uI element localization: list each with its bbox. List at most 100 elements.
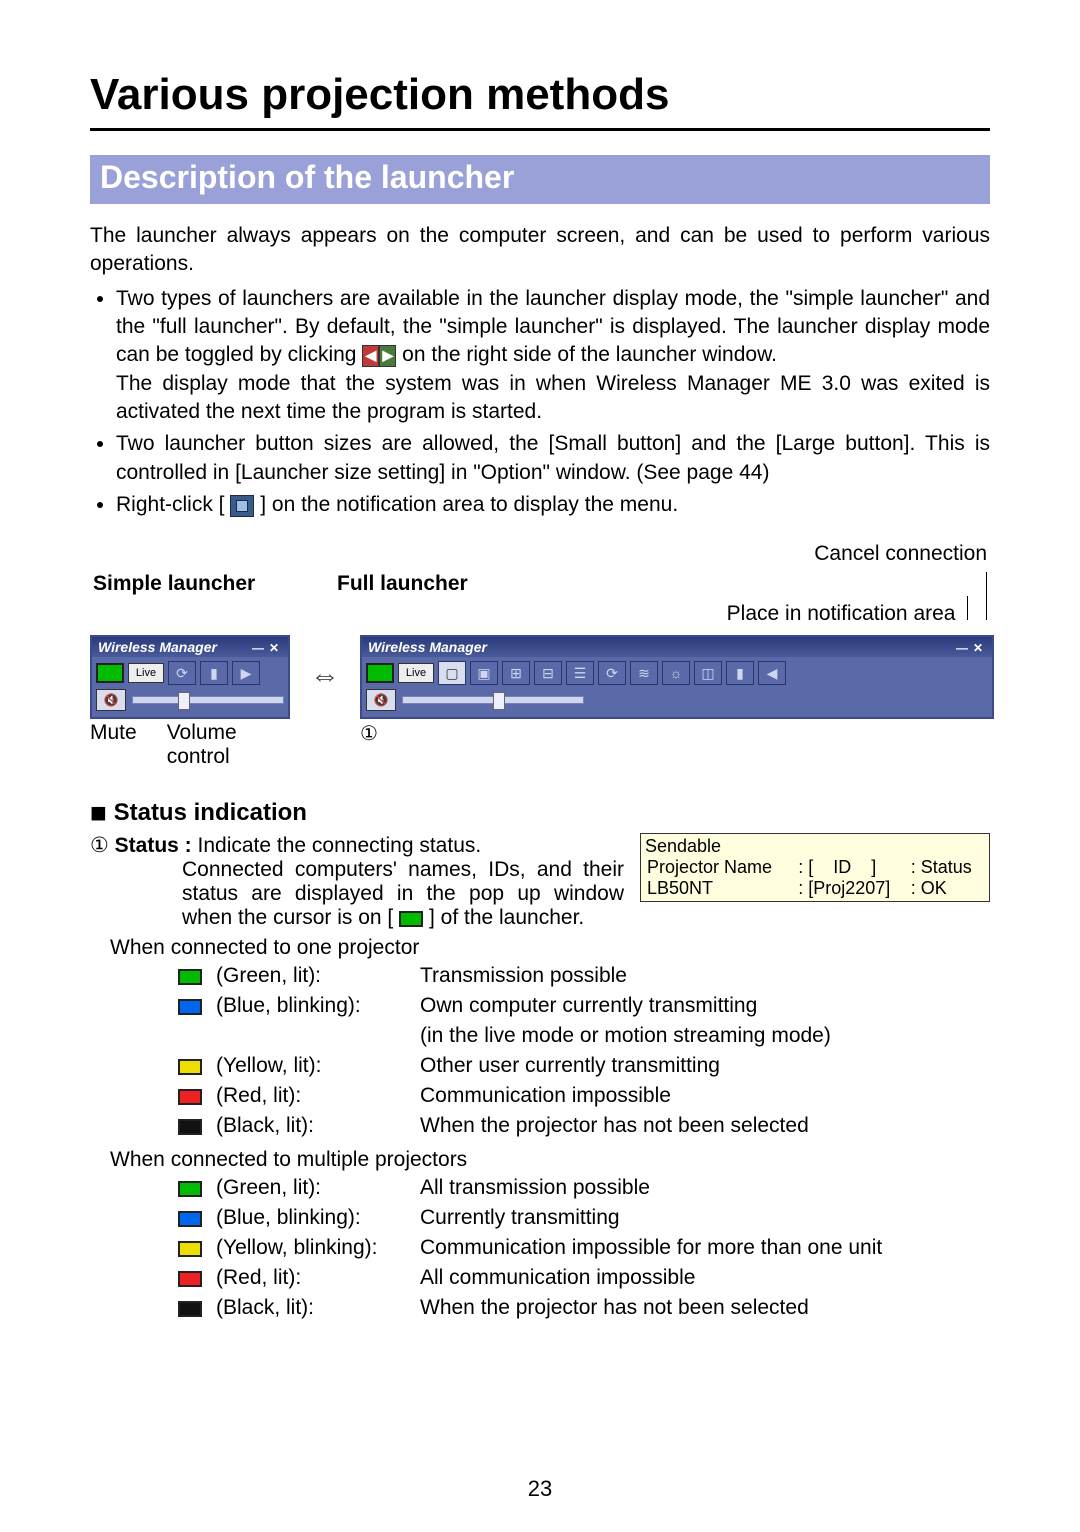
single-proj-heading: When connected to one projector <box>110 936 990 960</box>
window-controls: —✕ <box>250 639 282 655</box>
multi-proj-heading: When connected to multiple projectors <box>110 1148 990 1172</box>
label-simple-launcher: Simple launcher <box>93 572 255 595</box>
grid16-icon: ⊟ <box>534 661 562 685</box>
status-lamp-blue-icon <box>178 999 202 1015</box>
bullet-1: Two types of launchers are available in … <box>116 285 990 427</box>
status-lamp-yellow-icon <box>178 1241 202 1257</box>
help-icon: ☼ <box>662 661 690 685</box>
black-square-icon: ■ <box>90 797 107 828</box>
swap-arrow-icon: ⇔ <box>310 635 340 693</box>
tooltip-header: Sendable <box>645 836 985 857</box>
mute-icon-full: 🔇 <box>366 689 396 711</box>
color-desc: All transmission possible <box>414 1174 888 1202</box>
bullet-3a: Right-click [ <box>116 493 225 516</box>
color-desc: Communication impossible <box>414 1082 837 1110</box>
caption-mute: Mute <box>90 721 137 769</box>
tooltip-row-id: [Proj2207] <box>808 878 890 898</box>
single-row: (Black, lit):When the projector has not … <box>172 1112 837 1140</box>
multi-row: (Yellow, blinking):Communication impossi… <box>172 1234 888 1262</box>
color-desc: Currently transmitting <box>414 1204 888 1232</box>
color-desc: When the projector has not been selected <box>414 1294 888 1322</box>
screen-icon: ▢ <box>438 661 466 685</box>
status-lamp-green-icon <box>178 969 202 985</box>
color-label: (Blue, blinking): <box>210 1204 412 1232</box>
collapse-icon: ◀ <box>758 661 786 685</box>
color-label: (Green, lit): <box>210 1174 412 1202</box>
mute-icon: 🔇 <box>96 689 126 711</box>
status-text3: ] of the launcher. <box>429 906 584 929</box>
ref-1-marker: ① <box>360 721 378 746</box>
shutter-icon: ◫ <box>694 661 722 685</box>
color-label: (Yellow, lit): <box>210 1052 412 1080</box>
color-desc: All communication impossible <box>414 1264 888 1292</box>
tooltip-col-status: Status <box>921 857 972 877</box>
network-icon: ≋ <box>630 661 658 685</box>
tray-icon <box>230 495 254 517</box>
color-label <box>210 1022 412 1050</box>
colors-multi-table: (Green, lit):All transmission possible(B… <box>170 1172 890 1324</box>
multi-row: (Blue, blinking):Currently transmitting <box>172 1204 888 1232</box>
single-row: (in the live mode or motion streaming mo… <box>172 1022 837 1050</box>
callout-cancel: Cancel connection <box>541 542 987 566</box>
multi-row: (Green, lit):All transmission possible <box>172 1174 888 1202</box>
color-label: (Green, lit): <box>210 962 412 990</box>
single-row: (Red, lit):Communication impossible <box>172 1082 837 1110</box>
caption-volume: Volume control <box>167 721 290 769</box>
status-lamp-icon-full <box>366 663 394 683</box>
tooltip-figure: Sendable Projector Name : [ ID ] : Statu… <box>640 833 990 902</box>
page-title: Various projection methods <box>90 70 990 120</box>
single-row: (Blue, blinking):Own computer currently … <box>172 992 837 1020</box>
color-desc: Transmission possible <box>414 962 837 990</box>
bullet-3b: ] on the notification area to display th… <box>260 493 678 516</box>
bullet-3: Right-click [ ] on the notification area… <box>116 491 990 519</box>
window-controls-full: —✕ <box>954 639 986 655</box>
status-heading-text: Status indication <box>114 799 307 826</box>
intro-paragraph: The launcher always appears on the compu… <box>90 222 990 279</box>
section-header: Description of the launcher <box>90 155 990 204</box>
status-lamp-blue-icon <box>178 1211 202 1227</box>
multi-row: (Red, lit):All communication impossible <box>172 1264 888 1292</box>
tooltip-col-name: Projector Name <box>645 857 796 878</box>
colors-single-table: (Green, lit):Transmission possible(Blue,… <box>170 960 839 1142</box>
label-full-launcher: Full launcher <box>337 572 468 595</box>
bullet-2: Two launcher button sizes are allowed, t… <box>116 430 990 487</box>
color-label: (Yellow, blinking): <box>210 1234 412 1262</box>
bullet-1b: on the right side of the launcher window… <box>402 343 777 366</box>
color-desc: Other user currently transmitting <box>414 1052 837 1080</box>
tooltip-row-status: OK <box>921 878 947 898</box>
live-badge-full: Live <box>398 663 434 683</box>
live-badge: Live <box>128 663 164 683</box>
color-label: (Black, lit): <box>210 1294 412 1322</box>
color-label: (Red, lit): <box>210 1082 412 1110</box>
volume-slider-full <box>402 696 584 704</box>
single-row: (Green, lit):Transmission possible <box>172 962 837 990</box>
color-desc: Communication impossible for more than o… <box>414 1234 888 1262</box>
status-ref: ① <box>90 834 115 857</box>
status-lamp-icon <box>96 663 124 683</box>
color-label: (Blue, blinking): <box>210 992 412 1020</box>
stop-icon-full: ▮ <box>726 661 754 685</box>
status-text1: Indicate the connecting status. <box>192 834 482 857</box>
tooltip-row-name: LB50NT <box>645 878 796 899</box>
bullet-list: Two types of launchers are available in … <box>90 285 990 520</box>
color-desc: When the projector has not been selected <box>414 1112 837 1140</box>
tooltip-col-id: ID <box>833 857 851 877</box>
color-label: (Red, lit): <box>210 1264 412 1292</box>
callout-notification: Place in notification area <box>727 602 956 625</box>
refresh-icon-full: ⟳ <box>598 661 626 685</box>
stop-icon: ▮ <box>200 661 228 685</box>
list-icon: ☰ <box>566 661 594 685</box>
refresh-icon: ⟳ <box>168 661 196 685</box>
status-lamp-inline-icon <box>399 911 423 927</box>
status-lamp-red-icon <box>178 1271 202 1287</box>
launcher-title-text-full: Wireless Manager <box>368 639 487 655</box>
simple-launcher-figure: Wireless Manager —✕ Live ⟳ ▮ ▶ 🔇 <box>90 635 290 719</box>
dual-mon-icon: ▣ <box>470 661 498 685</box>
status-lamp-yellow-icon <box>178 1059 202 1075</box>
status-label: Status : <box>115 834 192 857</box>
page-number: 23 <box>0 1476 1080 1502</box>
color-desc: Own computer currently transmitting <box>414 992 837 1020</box>
grid4-icon: ⊞ <box>502 661 530 685</box>
title-rule <box>90 128 990 131</box>
play-icon: ▶ <box>232 661 260 685</box>
